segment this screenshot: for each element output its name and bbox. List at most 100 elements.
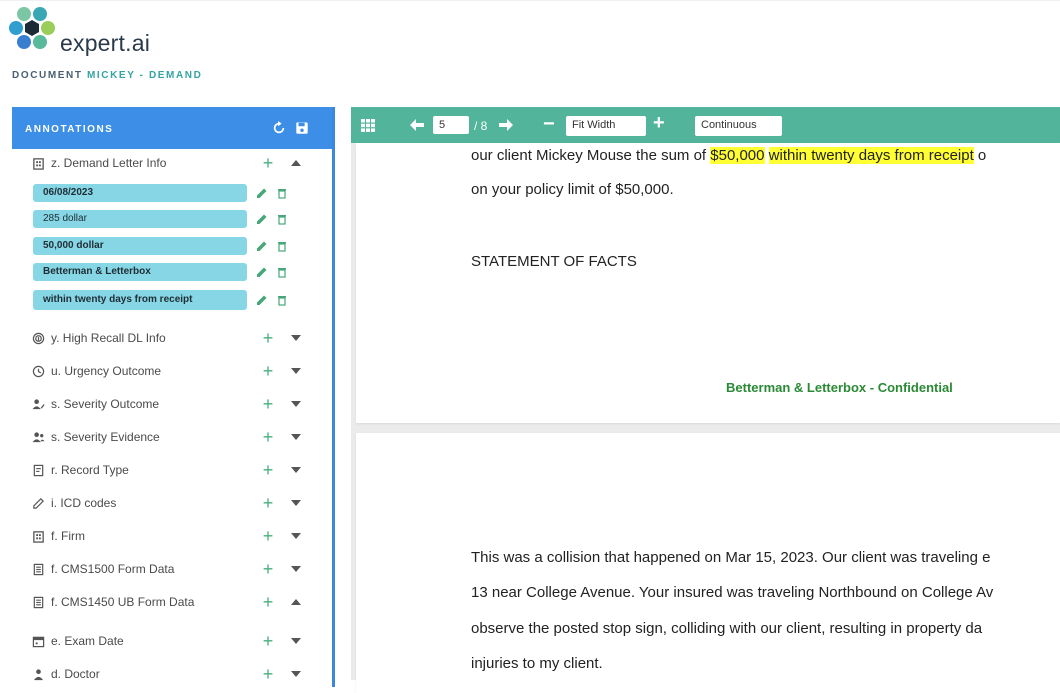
category-label: u. Urgency Outcome	[51, 364, 162, 378]
collapse-button[interactable]	[289, 155, 303, 171]
annotation-tag[interactable]: 50,000 dollar	[33, 237, 247, 255]
expand-button[interactable]	[289, 330, 303, 346]
add-annotation-button[interactable]: +	[260, 153, 276, 173]
brand-logo[interactable]: expert.ai	[6, 4, 166, 56]
add-annotation-button[interactable]: +	[260, 427, 276, 447]
category-urgency-outcome[interactable]: u. Urgency Outcome +	[12, 359, 330, 385]
chevron-down-icon	[291, 533, 301, 539]
zoom-out-button[interactable]: −	[543, 113, 555, 135]
expand-button[interactable]	[289, 495, 303, 511]
page-number-input[interactable]	[433, 116, 469, 134]
add-annotation-button[interactable]: +	[260, 592, 276, 612]
document-label: DOCUMENT	[12, 70, 83, 81]
page-total: / 8	[474, 119, 488, 133]
chevron-down-icon	[291, 467, 301, 473]
clock-icon	[32, 365, 45, 378]
trash-icon	[278, 242, 286, 252]
category-exam-date[interactable]: e. Exam Date +	[12, 629, 330, 655]
arrow-left-icon	[410, 119, 424, 131]
add-annotation-button[interactable]: +	[260, 493, 276, 513]
category-label: e. Exam Date	[51, 634, 124, 648]
zoom-in-button[interactable]: +	[653, 112, 665, 134]
highlighted-annotation[interactable]: $50,000	[710, 147, 765, 164]
edit-tag-button[interactable]	[256, 213, 268, 225]
fingerprint-icon	[32, 332, 45, 345]
edit-tag-button[interactable]	[256, 294, 268, 306]
delete-tag-button[interactable]	[276, 240, 288, 252]
edit-tag-button[interactable]	[256, 266, 268, 278]
category-cms1500-form-data[interactable]: f. CMS1500 Form Data +	[12, 557, 330, 583]
category-cms1450-ub-form-data[interactable]: f. CMS1450 UB Form Data +	[12, 590, 330, 616]
category-record-type[interactable]: r. Record Type +	[12, 458, 330, 484]
save-icon	[296, 122, 308, 134]
chevron-down-icon	[291, 368, 301, 374]
pencil-icon	[257, 214, 267, 224]
add-annotation-button[interactable]: +	[260, 664, 276, 684]
add-annotation-button[interactable]: +	[260, 559, 276, 579]
annotation-tag[interactable]: 06/08/2023	[33, 184, 247, 202]
category-firm[interactable]: f. Firm +	[12, 524, 330, 550]
delete-tag-button[interactable]	[276, 294, 288, 306]
annotation-tag-text: 285 dollar	[43, 213, 87, 224]
category-high-recall-dl-info[interactable]: y. High Recall DL Info +	[12, 326, 330, 352]
brand-name: expert.ai	[60, 30, 151, 56]
previous-page-button[interactable]	[410, 118, 424, 132]
category-label: f. CMS1450 UB Form Data	[51, 595, 195, 609]
form-icon	[32, 596, 45, 609]
category-severity-outcome[interactable]: s. Severity Outcome +	[12, 392, 330, 418]
add-annotation-button[interactable]: +	[260, 361, 276, 381]
expand-button[interactable]	[289, 363, 303, 379]
expand-button[interactable]	[289, 429, 303, 445]
add-annotation-button[interactable]: +	[260, 526, 276, 546]
save-button[interactable]	[295, 121, 309, 135]
text-line: This was a collision that happened on Ma…	[471, 549, 991, 566]
annotation-tag[interactable]: Betterman & Letterbox	[33, 263, 247, 281]
next-page-button[interactable]	[499, 118, 513, 132]
chevron-down-icon	[291, 638, 301, 644]
document-page: This was a collision that happened on Ma…	[356, 433, 1060, 693]
category-label: s. Severity Outcome	[51, 397, 160, 411]
collapse-button[interactable]	[289, 594, 303, 610]
category-label: s. Severity Evidence	[51, 430, 160, 444]
delete-tag-button[interactable]	[276, 187, 288, 199]
add-annotation-button[interactable]: +	[260, 328, 276, 348]
expand-button[interactable]	[289, 528, 303, 544]
chevron-up-icon	[291, 599, 301, 605]
chevron-down-icon	[291, 566, 301, 572]
add-annotation-button[interactable]: +	[260, 460, 276, 480]
document-viewer[interactable]: our client Mickey Mouse the sum of $50,0…	[351, 143, 1060, 693]
category-doctor[interactable]: d. Doctor +	[12, 662, 330, 688]
pencil-icon	[257, 188, 267, 198]
form-icon	[32, 563, 45, 576]
category-label: i. ICD codes	[51, 496, 117, 510]
calendar-icon	[32, 635, 45, 648]
category-label: d. Doctor	[51, 667, 100, 681]
refresh-button[interactable]	[272, 121, 286, 135]
add-annotation-button[interactable]: +	[260, 394, 276, 414]
pencil-icon	[257, 267, 267, 277]
expand-button[interactable]	[289, 633, 303, 649]
scroll-mode-select[interactable]: Continuous	[695, 116, 782, 136]
annotation-tag[interactable]: within twenty days from receipt	[33, 290, 247, 310]
zoom-select[interactable]: Fit Width	[566, 116, 646, 136]
category-severity-evidence[interactable]: s. Severity Evidence +	[12, 425, 330, 451]
edit-tag-button[interactable]	[256, 187, 268, 199]
category-demand-letter-info[interactable]: z. Demand Letter Info +	[12, 151, 330, 177]
expand-button[interactable]	[289, 462, 303, 478]
pencil-icon	[32, 497, 45, 510]
text-line: injuries to my client.	[471, 655, 603, 672]
trash-icon	[278, 189, 286, 199]
thumbnails-button[interactable]	[361, 119, 375, 132]
expand-button[interactable]	[289, 396, 303, 412]
delete-tag-button[interactable]	[276, 213, 288, 225]
chevron-down-icon	[291, 434, 301, 440]
highlighted-annotation[interactable]: within twenty days from receipt	[768, 147, 974, 164]
delete-tag-button[interactable]	[276, 266, 288, 278]
add-annotation-button[interactable]: +	[260, 631, 276, 651]
category-icd-codes[interactable]: i. ICD codes +	[12, 491, 330, 517]
edit-tag-button[interactable]	[256, 240, 268, 252]
document-title: DOCUMENT MICKEY - DEMAND	[12, 70, 202, 81]
annotation-tag[interactable]: 285 dollar	[33, 210, 247, 228]
section-heading: STATEMENT OF FACTS	[471, 253, 637, 270]
expand-button[interactable]	[289, 561, 303, 577]
